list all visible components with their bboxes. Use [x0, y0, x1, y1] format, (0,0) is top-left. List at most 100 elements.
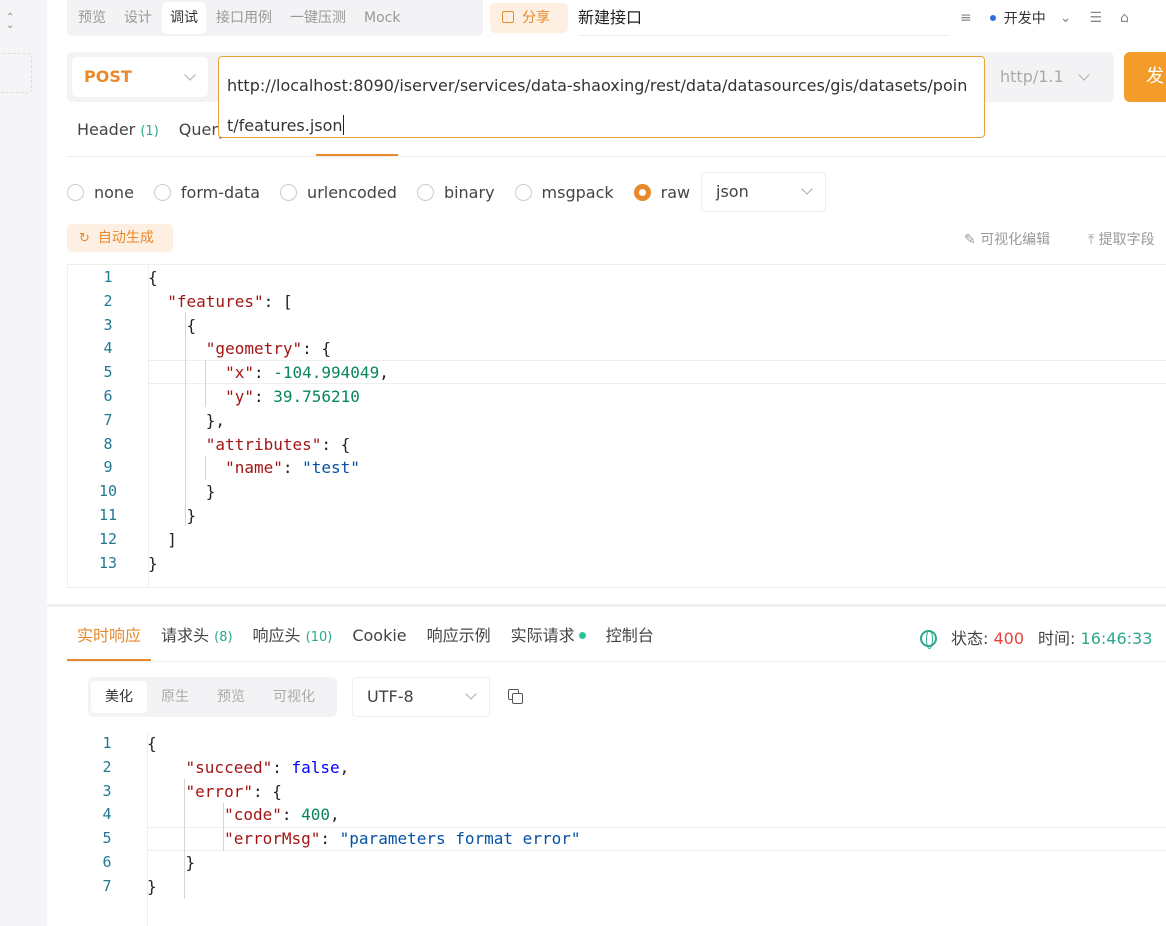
tab-cookie[interactable]: Cookie [342, 614, 416, 661]
tab-mock[interactable]: Mock [356, 2, 408, 34]
line-number: 11 [98, 505, 118, 524]
code-line: { [148, 268, 158, 287]
code-line: } [148, 505, 197, 525]
code-line: "features": [ [167, 291, 293, 311]
chevron-down-icon [184, 69, 196, 81]
url-input[interactable]: http://localhost:8090/iserver/services/d… [218, 56, 985, 138]
line-numbers: 1 2 3 4 5 6 7 8 9 10 11 12 13 [68, 266, 148, 575]
line-number: 6 [102, 852, 112, 871]
code-line: "y": 39.756210 [225, 386, 360, 406]
tab-header[interactable]: Header (1) [67, 114, 169, 156]
code-line: "succeed": false, [185, 757, 350, 777]
chevron-down-icon [465, 688, 477, 700]
tab-response-headers[interactable]: 响应头 (10) [243, 614, 343, 661]
status-code: 400 [993, 629, 1025, 648]
code-line: }, [148, 410, 226, 430]
body-format-select[interactable]: json [701, 172, 826, 212]
send-button[interactable]: 发 [1124, 52, 1166, 102]
panel-divider[interactable] [47, 604, 1166, 607]
line-number: 3 [102, 781, 112, 800]
tab-actual-request[interactable]: 实际请求 [501, 614, 596, 661]
chevron-down-icon[interactable]: ⌄ [1060, 10, 1072, 26]
radio-msgpack[interactable]: msgpack [514, 183, 614, 202]
code-line: { [148, 315, 197, 335]
share-button[interactable]: 分享 [490, 3, 568, 33]
line-number: 5 [102, 829, 112, 848]
chevron-down-icon [801, 183, 813, 195]
code-line: } [148, 553, 158, 573]
code-text: { "succeed": false, "error": { "code": 4… [147, 732, 580, 899]
tab-request-headers[interactable]: 请求头 (8) [151, 614, 243, 661]
tab-visualize[interactable]: 可视化 [259, 681, 329, 713]
tab-raw[interactable]: 原生 [147, 681, 203, 713]
line-number: 2 [102, 757, 112, 776]
tab-pretty[interactable]: 美化 [91, 681, 147, 713]
tab-live-response[interactable]: 实时响应 [67, 614, 152, 661]
response-status: 状态: 400 时间: 16:46:33 [920, 625, 1152, 649]
auto-generate-button[interactable]: ↻ 自动生成 [67, 224, 173, 252]
lock-icon[interactable]: ⌂ [1120, 10, 1129, 26]
response-body-viewer[interactable]: 1 2 3 4 5 6 7 { "succeed": false, "error": { "… [67, 732, 1166, 926]
radio-urlencoded[interactable]: urlencoded [280, 183, 397, 202]
radio-none[interactable]: none [67, 183, 134, 202]
environment-select[interactable]: 开发中 [1004, 8, 1046, 28]
code-line: "x": -104.994049, [225, 363, 389, 383]
radio-form-data[interactable]: form-data [153, 183, 260, 202]
radio-binary[interactable]: binary [416, 183, 495, 202]
extract-fields-button[interactable]: ⤒ 提取字段 [1088, 229, 1155, 249]
tab-preview[interactable]: 预览 [70, 2, 114, 34]
view-mode-tabs: 美化 原生 预览 可视化 [88, 677, 337, 717]
tab-test-cases[interactable]: 接口用例 [208, 2, 280, 34]
upload-icon: ⤒ [1088, 232, 1095, 248]
code-line: } [147, 852, 196, 872]
line-number: 6 [103, 386, 113, 405]
code-line: "code": 400, [224, 805, 340, 825]
code-text: { "features": [ { "geometry": { "x": -10… [148, 266, 389, 575]
edit-icon: ✎ [964, 232, 976, 248]
share-icon [502, 11, 514, 23]
line-number: 8 [103, 434, 113, 453]
tab-design[interactable]: 设计 [116, 2, 160, 34]
collapse-toggle-icon[interactable]: ⌃ ⌄ [6, 13, 14, 31]
indicator-dot-icon [578, 632, 586, 639]
line-number: 12 [98, 529, 118, 548]
text-caret [342, 115, 344, 135]
visual-edit-button[interactable]: ✎ 可视化编辑 [964, 229, 1050, 249]
tab-preview-response[interactable]: 预览 [203, 681, 259, 713]
code-line: ] [148, 529, 177, 549]
protocol-select[interactable]: http/1.1 [1000, 67, 1100, 89]
line-number: 10 [98, 482, 118, 501]
tab-debug[interactable]: 调试 [162, 2, 206, 34]
code-line: "attributes": { [205, 434, 351, 454]
edit-list-icon[interactable]: ≡ [960, 10, 972, 26]
line-number: 7 [103, 410, 113, 429]
line-number: 1 [102, 734, 112, 752]
line-number: 1 [103, 268, 113, 286]
request-body-editor[interactable]: 1 2 3 4 5 6 7 8 9 10 11 12 13 { "features": [ { "geo… [67, 264, 1166, 588]
code-line: { [147, 734, 157, 753]
api-name-input[interactable]: 新建接口 [578, 6, 950, 36]
line-number: 9 [103, 458, 113, 477]
response-time: 16:46:33 [1080, 629, 1153, 648]
tab-response-example[interactable]: 响应示例 [417, 614, 501, 661]
tab-console[interactable]: 控制台 [596, 614, 664, 661]
line-number: 2 [103, 291, 113, 310]
line-number: 4 [103, 339, 113, 358]
radio-raw[interactable]: raw [633, 183, 690, 202]
menu-icon[interactable]: ☰ [1089, 10, 1102, 26]
environment-dot-icon [989, 15, 996, 21]
line-number: 5 [103, 363, 113, 382]
body-type-radios: none form-data urlencoded binary msgpack… [67, 172, 710, 212]
chevron-down-icon [1078, 69, 1090, 81]
line-number: 3 [103, 315, 113, 334]
code-line: "errorMsg": "parameters format error" [224, 829, 581, 849]
code-line: } [148, 482, 216, 502]
encoding-select[interactable]: UTF-8 [352, 677, 490, 717]
code-line: } [147, 876, 157, 896]
method-select[interactable]: POST [72, 57, 208, 97]
tab-load-test[interactable]: 一键压测 [282, 2, 354, 34]
mode-tabs: 预览 设计 调试 接口用例 一键压测 Mock [67, 0, 483, 36]
left-sidebar: ⌃ ⌄ [0, 0, 47, 926]
refresh-icon: ↻ [79, 231, 90, 246]
copy-icon[interactable] [508, 689, 524, 705]
